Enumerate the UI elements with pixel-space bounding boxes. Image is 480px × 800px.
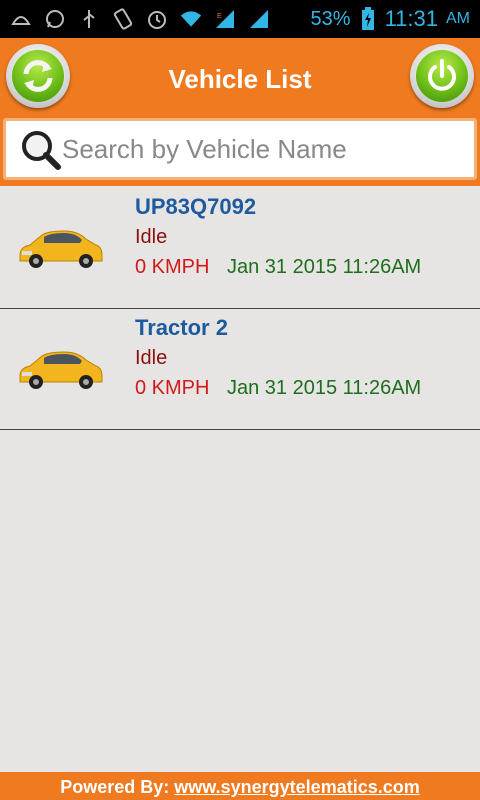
notification-icon	[10, 8, 32, 30]
wifi-icon	[180, 8, 202, 30]
vehicle-speed: 0 KMPH	[135, 377, 210, 399]
alarm-icon	[146, 8, 168, 30]
car-icon	[16, 223, 104, 271]
vehicle-name: UP83Q7092	[135, 194, 257, 219]
power-icon	[416, 50, 468, 102]
search-bar	[0, 114, 480, 186]
vehicle-timestamp: Jan 31 2015 11:26AM	[227, 377, 422, 399]
whatsapp-icon	[44, 8, 66, 30]
signal-icon: E	[214, 8, 236, 30]
clock-ampm: AM	[446, 10, 470, 27]
list-item[interactable]: UP83Q7092 Idle 0 KMPH Jan 31 2015 11:26A…	[0, 188, 480, 309]
svg-text:E: E	[217, 13, 222, 20]
list-item[interactable]: Tractor 2 Idle 0 KMPH Jan 31 2015 11:26A…	[0, 309, 480, 430]
usb-icon	[78, 8, 100, 30]
search-input[interactable]	[62, 127, 462, 171]
page-title: Vehicle List	[168, 64, 312, 94]
vehicle-status: Idle	[135, 347, 168, 369]
search-icon	[18, 127, 64, 173]
vehicle-speed: 0 KMPH	[135, 256, 210, 278]
logout-button[interactable]	[410, 44, 474, 108]
battery-icon	[357, 7, 379, 30]
app-header: Vehicle List	[0, 38, 480, 114]
footer-link[interactable]: www.synergytelematics.com	[174, 777, 419, 797]
vibrate-icon	[112, 8, 134, 30]
clock: 11:31	[384, 6, 438, 31]
car-icon	[16, 344, 104, 392]
battery-percent: 53%	[310, 7, 351, 30]
vehicle-name: Tractor 2	[135, 315, 228, 340]
vehicle-status: Idle	[135, 226, 168, 248]
vehicle-list: UP83Q7092 Idle 0 KMPH Jan 31 2015 11:26A…	[0, 188, 480, 430]
vehicle-timestamp: Jan 31 2015 11:26AM	[227, 256, 422, 278]
signal-icon-2	[248, 8, 270, 30]
search-field[interactable]	[3, 118, 477, 180]
footer-prefix: Powered By:	[60, 777, 175, 797]
status-bar: E 53% 11:31 AM	[0, 0, 480, 38]
footer: Powered By: www.synergytelematics.com	[0, 772, 480, 800]
